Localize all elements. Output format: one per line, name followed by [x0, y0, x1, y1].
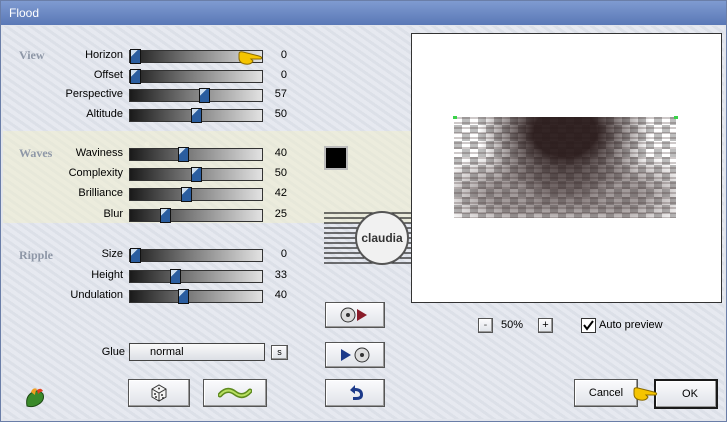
param-row: Undulation 40 [3, 289, 293, 305]
glue-label: Glue [101, 346, 125, 358]
slider-thumb[interactable] [130, 248, 141, 263]
randomize-button[interactable] [128, 379, 190, 407]
slider-thumb[interactable] [130, 69, 141, 84]
wave-icon [217, 387, 253, 399]
param-value: 25 [274, 208, 287, 220]
undo-button[interactable] [325, 379, 385, 407]
wave-preset-button[interactable] [203, 379, 267, 407]
undo-arrow-icon [350, 385, 363, 400]
brilliance-slider[interactable] [129, 187, 263, 202]
param-value: 0 [280, 69, 287, 81]
flood-dialog: Flood View Waves Ripple Horizon 0 Offset… [0, 0, 727, 422]
slider-thumb[interactable] [191, 108, 202, 123]
plugin-logo-icon [26, 388, 44, 408]
glue-value: normal [150, 346, 184, 358]
preview-corner-marker [453, 116, 457, 119]
arrow-disc-icon [341, 347, 370, 363]
arrow-disc-button[interactable] [325, 342, 385, 368]
blur-slider[interactable] [129, 208, 263, 223]
checkmark-icon [583, 320, 594, 331]
cancel-button[interactable]: Cancel [574, 379, 638, 407]
slider-thumb[interactable] [181, 187, 192, 202]
altitude-slider[interactable] [129, 108, 263, 123]
dialog-client-area: View Waves Ripple Horizon 0 Offset 0 Per… [3, 26, 724, 419]
slider-thumb[interactable] [191, 167, 202, 182]
param-label: Offset [93, 69, 123, 81]
zoom-out-button[interactable]: - [478, 318, 493, 333]
param-label: Horizon [85, 49, 123, 61]
param-row: Waviness 40 [3, 147, 293, 163]
pointing-hand-icon [238, 51, 263, 65]
reset-forward-button[interactable] [325, 302, 385, 328]
ok-label: OK [682, 388, 698, 400]
waviness-slider[interactable] [129, 147, 263, 162]
preview-panel[interactable] [411, 33, 722, 303]
param-label: Complexity [68, 167, 123, 179]
glue-select[interactable]: normal [129, 343, 265, 361]
preview-corner-marker [674, 116, 678, 119]
param-row: Perspective 57 [3, 88, 293, 104]
slider-thumb[interactable] [178, 289, 189, 304]
param-value: 42 [274, 187, 287, 199]
param-label: Brilliance [78, 187, 123, 199]
offset-slider[interactable] [129, 69, 263, 84]
height-slider[interactable] [129, 269, 263, 284]
zoom-in-label: + [542, 319, 549, 331]
undulation-slider[interactable] [129, 289, 263, 304]
slider-thumb[interactable] [178, 147, 189, 162]
param-value: 33 [274, 269, 287, 281]
zoom-value: 50% [501, 319, 524, 331]
param-row: Brilliance 42 [3, 187, 293, 203]
param-value: 50 [274, 167, 287, 179]
size-slider[interactable] [129, 248, 263, 263]
param-value: 0 [280, 49, 287, 61]
title-bar: Flood [1, 1, 726, 25]
param-value: 40 [274, 147, 287, 159]
glue-s-button[interactable]: s [271, 345, 288, 360]
param-row: Blur 25 [3, 208, 293, 224]
slider-thumb[interactable] [199, 88, 210, 103]
param-label: Waviness [75, 147, 123, 159]
watermark-text: claudia [361, 231, 403, 245]
param-row: Size 0 [3, 248, 293, 264]
param-label: Blur [103, 208, 123, 220]
zoom-in-button[interactable]: + [538, 318, 553, 333]
auto-preview-label: Auto preview [599, 319, 663, 331]
param-value: 57 [274, 88, 287, 100]
param-row: Offset 0 [3, 69, 293, 85]
param-label: Perspective [65, 88, 123, 100]
zoom-out-label: - [483, 319, 488, 331]
dice-icon [151, 384, 167, 402]
flood-effect-render [454, 117, 676, 218]
window-title: Flood [9, 6, 40, 20]
slider-thumb[interactable] [160, 208, 171, 223]
param-label: Size [101, 248, 123, 260]
preview-image [454, 117, 676, 218]
param-label: Altitude [86, 108, 123, 120]
param-value: 40 [274, 289, 287, 301]
param-row: Altitude 50 [3, 108, 293, 124]
param-label: Undulation [70, 289, 123, 301]
param-row: Height 33 [3, 269, 293, 285]
param-value: 50 [274, 108, 287, 120]
ok-button[interactable]: OK [654, 379, 718, 409]
complexity-slider[interactable] [129, 167, 263, 182]
param-row: Complexity 50 [3, 167, 293, 183]
slider-thumb[interactable] [130, 49, 141, 64]
disc-arrow-icon [340, 307, 367, 323]
param-value: 0 [280, 248, 287, 260]
perspective-slider[interactable] [129, 88, 263, 103]
pointing-hand-icon [633, 387, 658, 401]
glue-s-label: s [277, 347, 282, 357]
slider-thumb[interactable] [170, 269, 181, 284]
auto-preview-checkbox[interactable] [581, 318, 596, 333]
color-swatch[interactable] [324, 146, 348, 170]
param-label: Height [91, 269, 123, 281]
cancel-label: Cancel [588, 387, 624, 399]
